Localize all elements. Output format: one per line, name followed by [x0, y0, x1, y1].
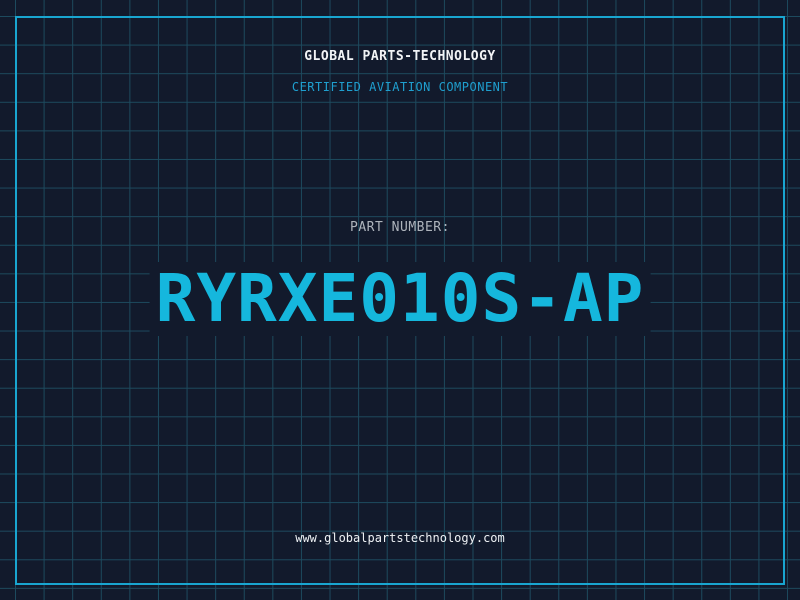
website-url: www.globalpartstechnology.com [295, 531, 505, 545]
part-number-label: PART NUMBER: [350, 220, 450, 235]
part-number-value: RYRXE010S-AP [149, 262, 651, 336]
company-name: GLOBAL PARTS-TECHNOLOGY [304, 49, 496, 64]
certification-subtitle: CERTIFIED AVIATION COMPONENT [291, 80, 509, 94]
